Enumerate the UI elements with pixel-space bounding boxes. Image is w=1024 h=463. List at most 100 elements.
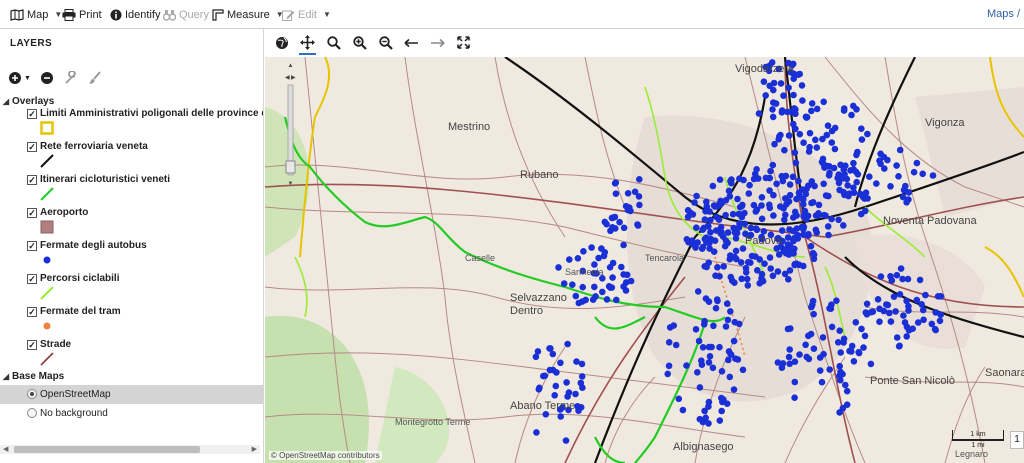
bus-stop-marker[interactable] [905,189,913,196]
bus-stop-marker[interactable] [535,386,543,393]
bus-stop-marker[interactable] [719,398,726,406]
bus-stop-marker[interactable] [717,230,725,237]
bus-stop-marker[interactable] [919,306,927,314]
bus-stop-marker[interactable] [850,166,857,173]
bus-stop-marker[interactable] [820,350,827,358]
bus-stop-marker[interactable] [727,273,735,281]
bus-stop-marker[interactable] [799,97,806,104]
bus-stop-marker[interactable] [786,191,794,199]
bus-stop-marker[interactable] [612,179,620,186]
bus-stop-marker[interactable] [569,281,576,288]
bus-stop-marker[interactable] [746,181,753,189]
bus-stop-marker[interactable] [730,224,737,232]
bus-stop-marker[interactable] [887,183,894,190]
bus-stop-marker[interactable] [627,207,634,215]
bus-stop-marker[interactable] [835,216,842,224]
next-extent-button[interactable] [428,33,447,52]
bus-stop-marker[interactable] [574,255,582,262]
bus-stop-marker[interactable] [762,174,770,182]
bus-stop-marker[interactable] [810,255,818,263]
bus-stop-marker[interactable] [665,362,673,370]
bus-stop-marker[interactable] [703,239,710,246]
bus-stop-marker[interactable] [770,99,777,106]
bus-stop-marker[interactable] [840,188,847,196]
bus-stop-marker[interactable] [784,325,792,333]
bus-stop-marker[interactable] [592,293,599,300]
bus-stop-marker[interactable] [874,296,882,303]
bus-stop-marker[interactable] [754,267,761,274]
bus-stop-marker[interactable] [843,387,851,395]
bus-stop-marker[interactable] [792,159,800,167]
bus-stop-marker[interactable] [740,176,747,184]
bus-stop-marker[interactable] [608,284,616,291]
bus-stop-marker[interactable] [821,164,828,171]
bus-stop-marker[interactable] [700,321,708,328]
bus-stop-marker[interactable] [620,271,627,278]
bus-stop-marker[interactable] [828,139,836,146]
bus-stop-marker[interactable] [808,107,815,115]
bus-stop-marker[interactable] [886,309,893,317]
bus-stop-marker[interactable] [810,345,818,353]
full-extent-button[interactable] [272,33,291,52]
bus-stop-marker[interactable] [679,406,687,414]
bus-stop-marker[interactable] [803,114,810,121]
bus-stop-marker[interactable] [910,168,918,176]
layer-roads[interactable]: ✓ Strade [0,339,263,372]
bus-stop-marker[interactable] [737,259,745,266]
bus-stop-marker[interactable] [727,351,735,358]
bus-stop-marker[interactable] [624,190,632,197]
bus-stop-marker[interactable] [796,351,803,358]
bus-stop-marker[interactable] [731,253,738,261]
scroll-right-icon[interactable]: ▶ [252,445,257,453]
bus-stop-marker[interactable] [857,210,865,218]
bus-stop-marker[interactable] [616,218,623,226]
bus-stop-marker[interactable] [896,146,904,154]
bus-stop-marker[interactable] [806,129,814,137]
bus-stop-marker[interactable] [711,237,719,244]
bus-stop-marker[interactable] [837,349,844,356]
bus-stop-marker[interactable] [664,370,671,378]
bus-stop-marker[interactable] [691,199,698,206]
bus-stop-marker[interactable] [836,327,843,335]
bus-stop-marker[interactable] [791,208,799,216]
bus-stop-marker[interactable] [534,348,542,355]
bus-stop-marker[interactable] [683,362,690,369]
bus-stop-marker[interactable] [867,360,875,368]
bus-stop-marker[interactable] [770,191,777,199]
bus-stop-marker[interactable] [913,159,921,167]
bus-stop-marker[interactable] [627,277,635,285]
layer-checkbox[interactable]: ✓ [27,175,37,185]
bus-stop-marker[interactable] [698,245,706,252]
bus-stop-marker[interactable] [612,190,620,197]
triangle-down-icon[interactable]: ◢ [0,372,12,381]
bus-stop-marker[interactable] [724,316,732,324]
bus-stop-marker[interactable] [806,143,813,151]
bus-stop-marker[interactable] [599,288,606,296]
bus-stop-marker[interactable] [890,293,898,300]
bus-stop-marker[interactable] [609,259,617,267]
bus-stop-marker[interactable] [601,249,609,256]
bus-stop-marker[interactable] [789,173,797,181]
bus-stop-marker[interactable] [791,260,799,268]
bus-stop-marker[interactable] [724,229,732,236]
bus-stop-marker[interactable] [929,172,937,179]
bus-stop-marker[interactable] [834,339,842,346]
bus-stop-marker[interactable] [807,242,815,250]
bus-stop-marker[interactable] [786,226,793,233]
bus-stop-marker[interactable] [864,130,871,138]
bus-stop-marker[interactable] [801,207,809,215]
bus-stop-marker[interactable] [844,182,851,189]
bus-stop-marker[interactable] [808,303,815,311]
bus-stop-marker[interactable] [805,182,812,189]
edit-menu-button[interactable]: Edit ▼ [282,6,331,23]
pan-button[interactable] [298,33,317,55]
bus-stop-marker[interactable] [778,109,786,116]
layer-checkbox[interactable]: ✓ [27,274,37,284]
bus-stop-marker[interactable] [828,323,836,331]
bus-stop-marker[interactable] [636,176,643,183]
bus-stop-marker[interactable] [769,272,777,280]
bus-stop-marker[interactable] [609,274,616,281]
bus-stop-marker[interactable] [858,136,866,143]
bus-stop-marker[interactable] [828,127,836,135]
map-canvas[interactable]: ▲ ◀ ▶ ▼ Vigonza Vigodarzere Mestrino Rub… [265,57,1024,463]
